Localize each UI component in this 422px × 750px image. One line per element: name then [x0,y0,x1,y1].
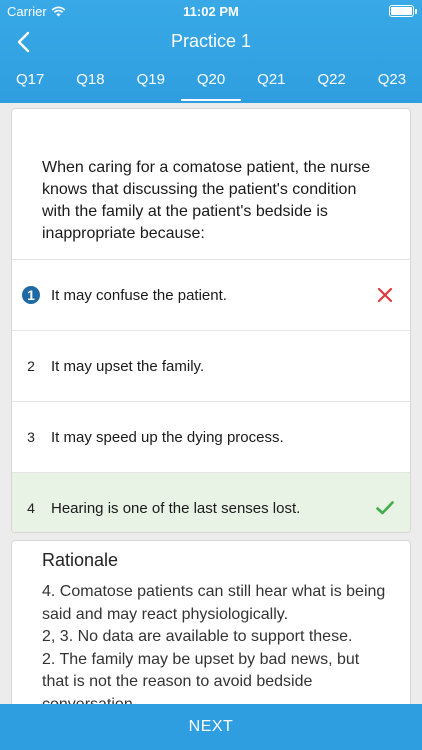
question-text: When caring for a comatose patient, the … [42,159,371,242]
tab-q23[interactable]: Q23 [362,62,422,103]
option-number-badge: 1 [22,286,40,304]
app-header: Carrier 11:02 PM Practice 1 Q17 Q18 Q19 Q20… [0,0,422,103]
tab-q18[interactable]: Q18 [60,62,120,103]
nav-bar: Practice 1 [0,22,422,62]
rationale-body: 4. Comatose patients can still hear what… [42,581,387,716]
answer-option-4[interactable]: 4 Hearing is one of the last senses lost. [12,472,410,532]
back-button[interactable] [6,26,40,58]
answer-option-2[interactable]: 2 It may upset the family. [12,330,410,401]
status-time: 11:02 PM [183,4,239,19]
option-number-badge: 3 [27,429,35,445]
chevron-left-icon [17,31,30,53]
option-label: Hearing is one of the last senses lost. [51,499,301,517]
answer-option-1[interactable]: 1 It may confuse the patient. [12,259,410,330]
option-label: It may speed up the dying process. [51,428,284,446]
option-number-badge: 4 [27,500,35,516]
status-bar: Carrier 11:02 PM [0,0,422,22]
battery-icon [389,5,417,17]
tab-q22[interactable]: Q22 [301,62,361,103]
next-button[interactable]: NEXT [0,704,422,750]
rationale-line: 2, 3. No data are available to support t… [42,628,353,645]
option-label: It may confuse the patient. [51,286,227,304]
tab-q19[interactable]: Q19 [121,62,181,103]
rationale-line: 4. Comatose patients can still hear what… [42,583,386,623]
answer-option-3[interactable]: 3 It may speed up the dying process. [12,401,410,472]
page-title: Practice 1 [170,31,252,51]
option-number-badge: 2 [27,358,35,374]
rationale-title: Rationale [42,550,119,570]
question-card: When caring for a comatose patient, the … [11,108,411,533]
tab-q21[interactable]: Q21 [241,62,301,103]
option-label: It may upset the family. [51,357,205,375]
x-icon [376,286,394,304]
tab-q17[interactable]: Q17 [0,62,60,103]
tab-q20[interactable]: Q20 [180,62,242,103]
check-icon [376,499,394,517]
question-tabs: Q17 Q18 Q19 Q20 Q21 Q22 Q23 [0,62,422,103]
